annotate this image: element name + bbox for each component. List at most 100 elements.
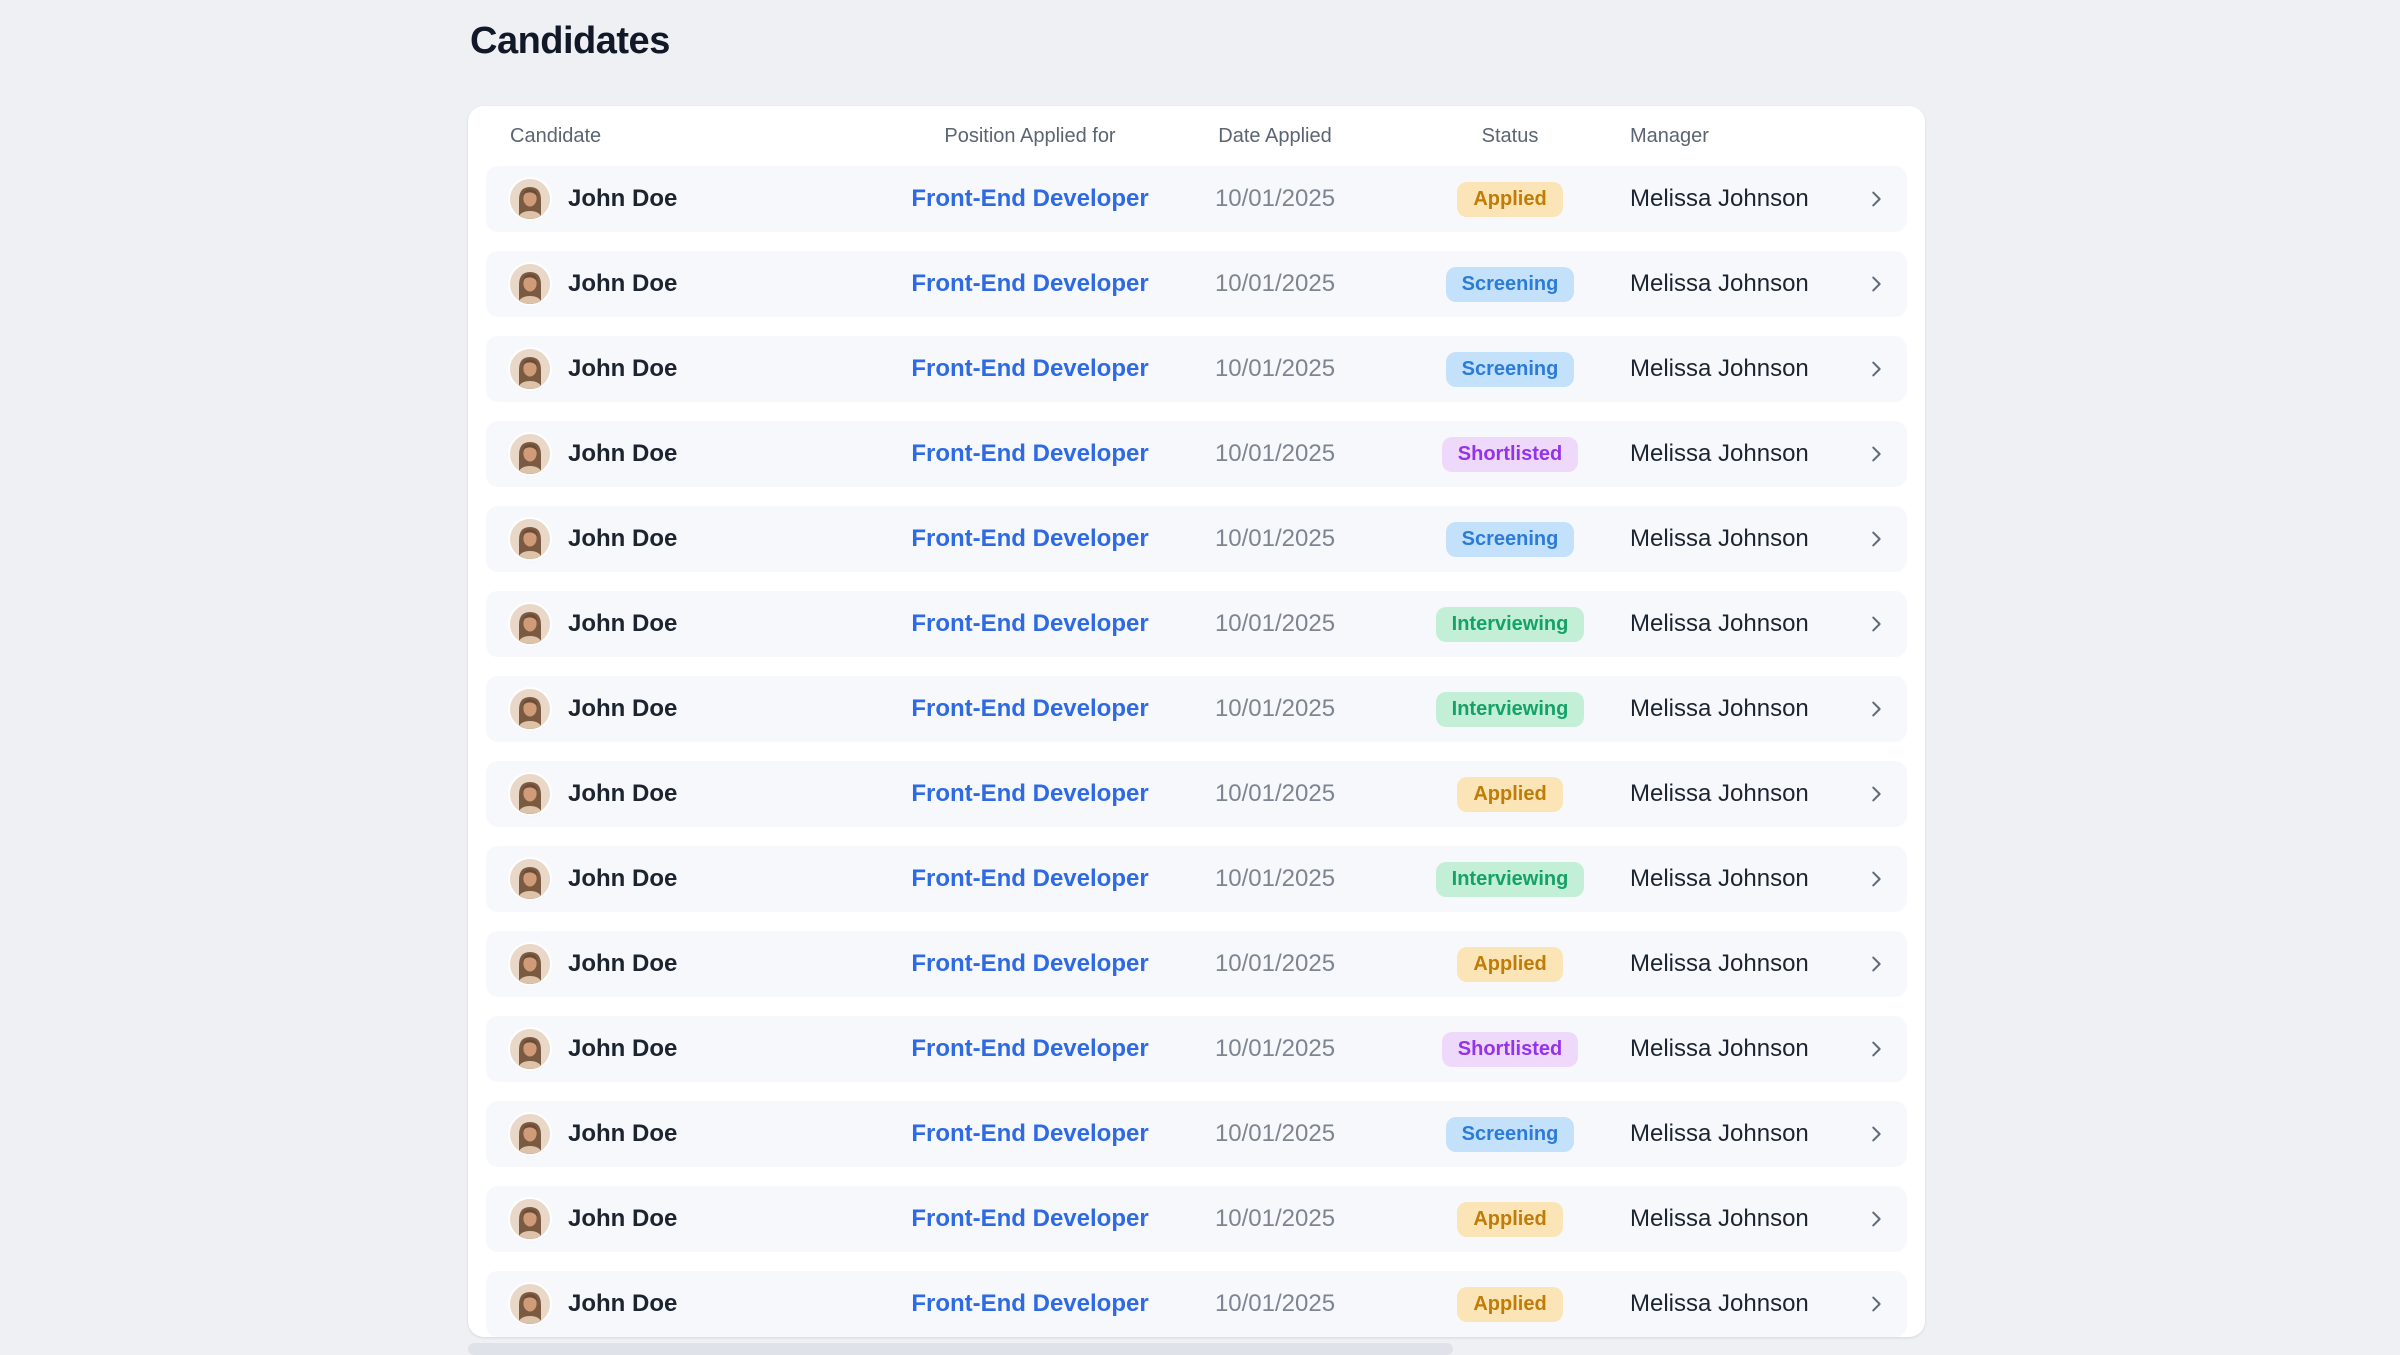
position-link[interactable]: Front-End Developer [900, 950, 1160, 978]
candidate-avatar [510, 1284, 550, 1324]
manager-name: Melissa Johnson [1630, 440, 1847, 468]
status-cell: Shortlisted [1390, 437, 1630, 472]
table-row[interactable]: John Doe Front-End Developer 10/01/2025 … [486, 761, 1907, 827]
chevron-cell[interactable] [1847, 1208, 1887, 1230]
date-applied: 10/01/2025 [1160, 1120, 1390, 1148]
position-link[interactable]: Front-End Developer [900, 270, 1160, 298]
chevron-cell[interactable] [1847, 273, 1887, 295]
candidate-avatar [510, 434, 550, 474]
candidate-avatar [510, 1199, 550, 1239]
chevron-cell[interactable] [1847, 953, 1887, 975]
table-row[interactable]: John Doe Front-End Developer 10/01/2025 … [486, 166, 1907, 232]
table-row[interactable]: John Doe Front-End Developer 10/01/2025 … [486, 251, 1907, 317]
position-link[interactable]: Front-End Developer [900, 355, 1160, 383]
chevron-cell[interactable] [1847, 698, 1887, 720]
candidate-name: John Doe [568, 1205, 677, 1233]
chevron-cell[interactable] [1847, 783, 1887, 805]
status-badge: Applied [1457, 947, 1562, 982]
chevron-right-icon [1865, 358, 1887, 380]
status-badge: Screening [1446, 522, 1575, 557]
candidate-name: John Doe [568, 270, 677, 298]
date-applied: 10/01/2025 [1160, 610, 1390, 638]
chevron-right-icon [1865, 188, 1887, 210]
candidate-cell: John Doe [510, 434, 900, 474]
chevron-right-icon [1865, 1293, 1887, 1315]
chevron-cell[interactable] [1847, 868, 1887, 890]
table-row[interactable]: John Doe Front-End Developer 10/01/2025 … [486, 506, 1907, 572]
candidate-cell: John Doe [510, 1114, 900, 1154]
status-cell: Interviewing [1390, 862, 1630, 897]
manager-name: Melissa Johnson [1630, 1290, 1847, 1318]
position-link[interactable]: Front-End Developer [900, 610, 1160, 638]
chevron-cell[interactable] [1847, 443, 1887, 465]
chevron-cell[interactable] [1847, 1123, 1887, 1145]
candidate-name: John Doe [568, 440, 677, 468]
table-row[interactable]: John Doe Front-End Developer 10/01/2025 … [486, 1016, 1907, 1082]
status-cell: Screening [1390, 1117, 1630, 1152]
position-link[interactable]: Front-End Developer [900, 865, 1160, 893]
status-badge: Shortlisted [1442, 1032, 1578, 1067]
manager-name: Melissa Johnson [1630, 950, 1847, 978]
table-row[interactable]: John Doe Front-End Developer 10/01/2025 … [486, 421, 1907, 487]
chevron-cell[interactable] [1847, 1038, 1887, 1060]
chevron-cell[interactable] [1847, 188, 1887, 210]
position-link[interactable]: Front-End Developer [900, 1120, 1160, 1148]
chevron-right-icon [1865, 783, 1887, 805]
date-applied: 10/01/2025 [1160, 185, 1390, 213]
manager-name: Melissa Johnson [1630, 185, 1847, 213]
position-link[interactable]: Front-End Developer [900, 1035, 1160, 1063]
status-cell: Applied [1390, 182, 1630, 217]
table-row[interactable]: John Doe Front-End Developer 10/01/2025 … [486, 591, 1907, 657]
position-link[interactable]: Front-End Developer [900, 525, 1160, 553]
manager-name: Melissa Johnson [1630, 695, 1847, 723]
date-applied: 10/01/2025 [1160, 695, 1390, 723]
manager-name: Melissa Johnson [1630, 865, 1847, 893]
table-row[interactable]: John Doe Front-End Developer 10/01/2025 … [486, 931, 1907, 997]
position-link[interactable]: Front-End Developer [900, 440, 1160, 468]
candidate-name: John Doe [568, 610, 677, 638]
chevron-cell[interactable] [1847, 1293, 1887, 1315]
chevron-right-icon [1865, 443, 1887, 465]
table-row[interactable]: John Doe Front-End Developer 10/01/2025 … [486, 1186, 1907, 1252]
date-applied: 10/01/2025 [1160, 1290, 1390, 1318]
status-cell: Screening [1390, 352, 1630, 387]
candidate-cell: John Doe [510, 689, 900, 729]
table-row[interactable]: John Doe Front-End Developer 10/01/2025 … [486, 846, 1907, 912]
candidates-table-card: Candidate Position Applied for Date Appl… [468, 106, 1925, 1337]
table-row[interactable]: John Doe Front-End Developer 10/01/2025 … [486, 1101, 1907, 1167]
candidate-avatar [510, 689, 550, 729]
column-header-date: Date Applied [1160, 125, 1390, 148]
position-link[interactable]: Front-End Developer [900, 1290, 1160, 1318]
chevron-right-icon [1865, 868, 1887, 890]
status-badge: Shortlisted [1442, 437, 1578, 472]
candidate-avatar [510, 179, 550, 219]
horizontal-scrollbar-thumb[interactable] [468, 1343, 1453, 1355]
table-row[interactable]: John Doe Front-End Developer 10/01/2025 … [486, 336, 1907, 402]
column-header-candidate: Candidate [510, 125, 900, 148]
candidate-avatar [510, 944, 550, 984]
table-row[interactable]: John Doe Front-End Developer 10/01/2025 … [486, 676, 1907, 742]
date-applied: 10/01/2025 [1160, 865, 1390, 893]
candidate-avatar [510, 349, 550, 389]
candidate-cell: John Doe [510, 349, 900, 389]
status-cell: Shortlisted [1390, 1032, 1630, 1067]
position-link[interactable]: Front-End Developer [900, 1205, 1160, 1233]
chevron-cell[interactable] [1847, 358, 1887, 380]
status-cell: Applied [1390, 1287, 1630, 1322]
candidate-cell: John Doe [510, 519, 900, 559]
candidate-cell: John Doe [510, 264, 900, 304]
candidate-cell: John Doe [510, 179, 900, 219]
status-cell: Screening [1390, 522, 1630, 557]
status-cell: Applied [1390, 777, 1630, 812]
position-link[interactable]: Front-End Developer [900, 780, 1160, 808]
chevron-cell[interactable] [1847, 613, 1887, 635]
table-row[interactable]: John Doe Front-End Developer 10/01/2025 … [486, 1271, 1907, 1337]
manager-name: Melissa Johnson [1630, 1120, 1847, 1148]
chevron-cell[interactable] [1847, 528, 1887, 550]
position-link[interactable]: Front-End Developer [900, 695, 1160, 723]
manager-name: Melissa Johnson [1630, 610, 1847, 638]
status-badge: Screening [1446, 352, 1575, 387]
candidate-cell: John Doe [510, 774, 900, 814]
candidate-name: John Doe [568, 1120, 677, 1148]
position-link[interactable]: Front-End Developer [900, 185, 1160, 213]
